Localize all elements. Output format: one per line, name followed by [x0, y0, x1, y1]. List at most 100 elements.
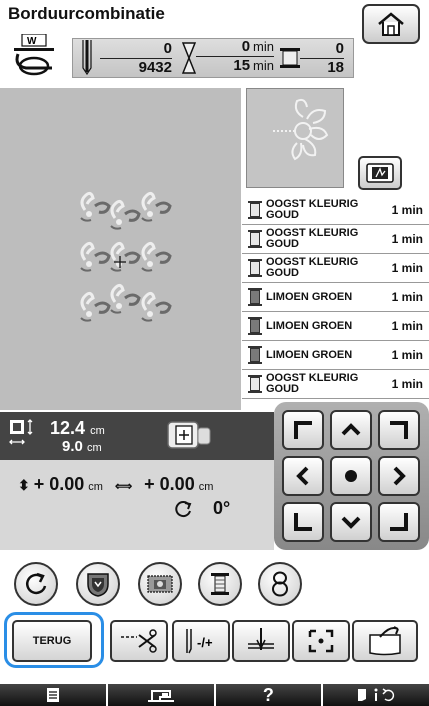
rotate-icon: [26, 572, 47, 595]
density-button[interactable]: [138, 562, 182, 606]
thread-spool-icon: [248, 201, 262, 219]
thread-cut-button[interactable]: [110, 620, 168, 662]
thread-name: LIMOEN GROEN: [266, 319, 353, 332]
vertical-offset-unit: cm: [88, 481, 103, 493]
color-change-current: 0: [335, 40, 344, 57]
arrow-right-icon: [393, 466, 406, 486]
time-unit-total: min: [253, 58, 274, 73]
arrow-up-icon: [341, 423, 361, 436]
tension-button[interactable]: -/+: [172, 620, 230, 662]
needle-position-button[interactable]: [232, 620, 290, 662]
size-info-band: [0, 412, 274, 460]
thread-color-swatch: [250, 232, 260, 246]
list-item[interactable]: OOGST KLEURIG GOUD 1 min: [242, 370, 429, 399]
thread-color-swatch: [250, 290, 260, 304]
trial-frame-button[interactable]: [292, 620, 350, 662]
time-unit: min: [253, 39, 274, 54]
settings-menu-button[interactable]: [0, 684, 108, 706]
thread-spool-icon: [248, 259, 262, 277]
thread-color-list[interactable]: OOGST KLEURIG GOUD 1 min OOGST KLEURIG G…: [242, 196, 429, 399]
arrow-down-icon: [341, 516, 361, 529]
repeat-8-icon: [272, 571, 288, 597]
help-button[interactable]: ?: [215, 684, 324, 706]
sewing-machine-button[interactable]: [107, 684, 216, 706]
direction-pad: [274, 402, 429, 550]
thread-time: 1 min: [391, 348, 423, 362]
home-icon: [378, 12, 404, 36]
thread-time: 1 min: [391, 319, 423, 333]
rotation-angle: 0°: [213, 498, 231, 518]
svg-text:-/+: -/+: [197, 635, 213, 650]
thread-spool-icon: [248, 230, 262, 248]
design-width-value: 12.4: [50, 418, 86, 438]
thread-color-swatch: [250, 203, 260, 217]
thread-spool-icon: [248, 288, 262, 306]
move-up-right-button[interactable]: [378, 410, 420, 450]
move-right-button[interactable]: [378, 456, 420, 496]
thread-name: OOGST KLEURIG GOUD: [266, 256, 359, 279]
thread-color-button[interactable]: [198, 562, 242, 606]
info-button[interactable]: [323, 684, 429, 706]
memory-pocket-button[interactable]: [352, 620, 418, 662]
bottom-toolbar: ?: [0, 684, 429, 706]
list-item[interactable]: OOGST KLEURIG GOUD 1 min: [242, 196, 429, 225]
trial-frame-icon: [308, 629, 334, 653]
thumbnail-preview: [246, 88, 344, 188]
svg-text:W: W: [27, 36, 37, 47]
thread-color-swatch: [250, 261, 260, 275]
list-item[interactable]: LIMOEN GROEN 1 min: [242, 341, 429, 370]
embroidery-pattern: [79, 191, 172, 323]
arrow-up-right-icon: [390, 421, 408, 439]
time-current-value: 0: [241, 38, 251, 55]
move-down-left-button[interactable]: [282, 502, 324, 542]
help-icon: ?: [262, 684, 274, 705]
embroidery-preview: [0, 88, 241, 410]
move-down-button[interactable]: [330, 502, 372, 542]
move-down-right-button[interactable]: [378, 502, 420, 542]
thread-time: 1 min: [391, 232, 423, 246]
arrow-left-icon: [296, 466, 309, 486]
center-button[interactable]: [330, 456, 372, 496]
design-width-unit: cm: [90, 425, 105, 437]
frame-indicator-icon: [164, 420, 214, 455]
border-button[interactable]: [76, 562, 120, 606]
list-item[interactable]: LIMOEN GROEN 1 min: [242, 312, 429, 341]
repeat-button[interactable]: [258, 562, 302, 606]
home-button[interactable]: [362, 4, 420, 44]
thread-name: OOGST KLEURIG GOUD: [266, 198, 359, 221]
thread-cut-icon: [121, 629, 157, 653]
thread-spool-icon: [248, 375, 262, 393]
design-width: 12.4 cm: [50, 418, 105, 439]
zoom-view-icon: [366, 163, 394, 183]
thread-name: LIMOEN GROEN: [266, 290, 353, 303]
move-up-button[interactable]: [330, 410, 372, 450]
thread-color-swatch: [250, 377, 260, 391]
needle-icon: [80, 40, 94, 81]
back-button[interactable]: TERUG: [12, 620, 92, 662]
horizontal-offset-value: + 0.00: [144, 474, 195, 494]
time-total: 15 min: [196, 56, 274, 74]
time-current: 0 min: [204, 38, 274, 55]
thread-color-swatch: [250, 348, 260, 362]
move-up-left-button[interactable]: [282, 410, 324, 450]
size-icon: [8, 418, 36, 452]
zoom-view-button[interactable]: [358, 156, 402, 190]
list-item[interactable]: LIMOEN GROEN 1 min: [242, 283, 429, 312]
horizontal-arrow-icon: ⟺: [114, 479, 133, 493]
design-height: 9.0 cm: [62, 438, 102, 455]
list-item[interactable]: OOGST KLEURIG GOUD 1 min: [242, 225, 429, 254]
thread-spool-icon: [211, 573, 229, 595]
list-item[interactable]: OOGST KLEURIG GOUD 1 min: [242, 254, 429, 283]
vertical-arrow-icon: ⬍: [18, 477, 30, 493]
thread-color-swatch: [250, 319, 260, 333]
move-left-button[interactable]: [282, 456, 324, 496]
thread-name: LIMOEN GROEN: [266, 348, 353, 361]
tension-icon: -/+: [186, 629, 213, 654]
rotate-button[interactable]: [14, 562, 58, 606]
needle-position-icon: [248, 628, 274, 650]
design-height-unit: cm: [87, 442, 102, 454]
thread-time: 1 min: [391, 290, 423, 304]
hourglass-icon: [181, 42, 197, 79]
thread-spool-icon: [248, 317, 262, 335]
thread-name: OOGST KLEURIG GOUD: [266, 227, 359, 250]
